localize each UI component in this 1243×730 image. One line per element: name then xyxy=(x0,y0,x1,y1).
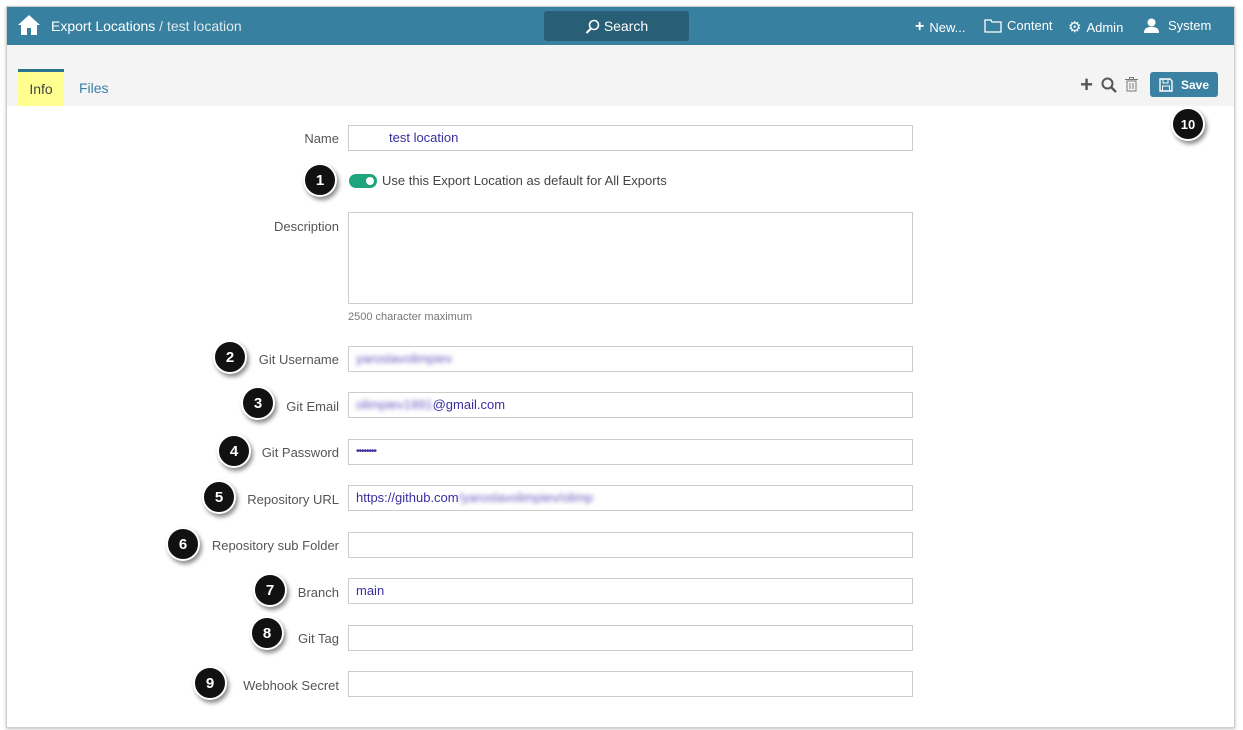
search-icon[interactable] xyxy=(1101,77,1117,93)
tab-info[interactable]: Info xyxy=(18,69,64,106)
repository-url-label: Repository URL xyxy=(247,492,339,507)
git-username-input[interactable]: yaroslavolimpiev xyxy=(348,346,913,372)
repository-subfolder-label: Repository sub Folder xyxy=(211,538,339,553)
description-textarea[interactable] xyxy=(348,212,913,304)
top-nav-bar: Export Locations / test location Search … xyxy=(7,7,1234,45)
trash-icon[interactable] xyxy=(1125,77,1138,92)
callout-badge-1: 1 xyxy=(303,163,337,197)
git-email-domain: @gmail.com xyxy=(432,397,506,412)
plus-icon: + xyxy=(915,18,925,35)
user-icon xyxy=(1144,18,1159,33)
description-label: Description xyxy=(273,219,339,234)
default-export-toggle-label: Use this Export Location as default for … xyxy=(382,173,667,188)
repository-url-host: https://github.com xyxy=(356,490,459,505)
git-email-input[interactable]: olimpiev1991@gmail.com xyxy=(348,392,913,418)
callout-badge-7: 7 xyxy=(253,573,287,607)
breadcrumb-current: test location xyxy=(166,18,242,34)
user-menu[interactable]: System xyxy=(1144,18,1211,33)
git-password-input[interactable]: •••••••• xyxy=(348,439,913,465)
search-icon xyxy=(585,19,600,34)
content-label: Content xyxy=(1007,18,1053,33)
content-menu[interactable]: Content xyxy=(984,18,1053,33)
git-email-blurred: olimpiev1991 xyxy=(356,397,433,412)
repository-subfolder-input[interactable] xyxy=(348,532,913,558)
admin-label: Admin xyxy=(1086,19,1124,35)
description-hint: 2500 character maximum xyxy=(348,311,473,323)
tab-bar: Info Files + Save xyxy=(7,45,1234,106)
repository-url-input[interactable]: https://github.com/yaroslavolimpiev/olim… xyxy=(348,485,913,511)
breadcrumb-separator: / xyxy=(155,18,167,34)
gear-icon: ⚙ xyxy=(1068,19,1082,36)
new-label: New... xyxy=(929,19,966,35)
git-password-label: Git Password xyxy=(261,445,339,460)
admin-menu[interactable]: ⚙ Admin xyxy=(1068,18,1123,36)
default-export-toggle[interactable] xyxy=(349,174,377,188)
callout-badge-4: 4 xyxy=(217,434,251,468)
callout-badge-3: 3 xyxy=(241,386,275,420)
home-icon[interactable] xyxy=(17,14,41,41)
name-input[interactable]: test location xyxy=(348,125,913,151)
breadcrumb: Export Locations / test location xyxy=(51,18,242,34)
callout-badge-10: 10 xyxy=(1171,107,1205,141)
branch-label: Branch xyxy=(297,585,339,600)
floppy-disk-icon xyxy=(1159,77,1173,92)
callout-badge-5: 5 xyxy=(202,480,236,514)
save-button[interactable]: Save xyxy=(1150,72,1218,97)
folder-icon xyxy=(984,18,1002,33)
search-button[interactable]: Search xyxy=(544,11,689,41)
breadcrumb-export-locations[interactable]: Export Locations xyxy=(51,18,155,34)
git-tag-input[interactable] xyxy=(348,625,913,651)
callout-badge-9: 9 xyxy=(193,666,227,700)
callout-badge-6: 6 xyxy=(166,527,200,561)
repository-url-path: /yaroslavolimpiev/olimp xyxy=(458,490,594,505)
callout-badge-2: 2 xyxy=(213,340,247,374)
branch-input[interactable]: main xyxy=(348,578,913,604)
name-label: Name xyxy=(304,131,339,146)
user-label: System xyxy=(1168,18,1212,33)
search-label: Search xyxy=(603,18,649,34)
webhook-secret-label: Webhook Secret xyxy=(243,678,339,693)
app-window: Export Locations / test location Search … xyxy=(6,6,1235,728)
git-email-label: Git Email xyxy=(286,399,339,414)
webhook-secret-input[interactable] xyxy=(348,671,913,697)
callout-badge-8: 8 xyxy=(250,616,284,650)
toolbar: + Save xyxy=(1080,72,1218,97)
add-icon[interactable]: + xyxy=(1080,73,1093,96)
git-tag-label: Git Tag xyxy=(298,631,339,646)
git-username-value: yaroslavolimpiev xyxy=(356,351,453,366)
save-label: Save xyxy=(1180,77,1210,92)
tab-files[interactable]: Files xyxy=(79,69,109,106)
git-username-label: Git Username xyxy=(258,352,339,367)
new-menu[interactable]: + New... xyxy=(915,18,965,36)
